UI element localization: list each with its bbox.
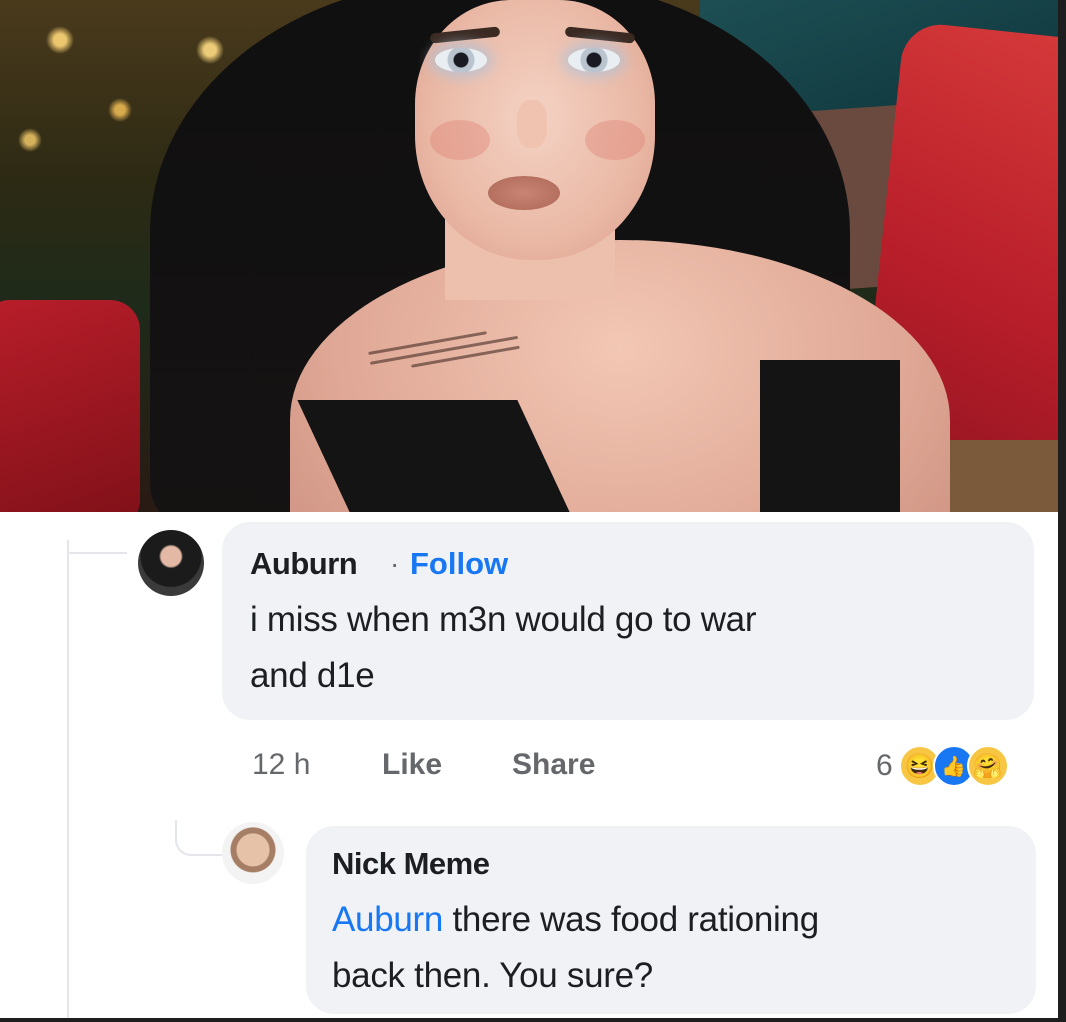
comment-text-line2: and d1e: [250, 656, 375, 695]
post-photo[interactable]: [0, 0, 1058, 512]
comment-timestamp[interactable]: 12 h: [252, 748, 310, 782]
reply-author[interactable]: Nick Meme: [332, 846, 490, 882]
share-button[interactable]: Share: [512, 748, 595, 782]
follow-link[interactable]: Follow: [410, 546, 508, 582]
like-button[interactable]: Like: [382, 748, 442, 782]
avatar-auburn[interactable]: [138, 530, 204, 596]
reaction-summary[interactable]: 6 😆 👍 🤗: [876, 744, 1009, 788]
reply-connector: [175, 820, 223, 856]
comment-bubble: Auburn · Follow i miss when m3n would go…: [222, 522, 1034, 720]
comment-author[interactable]: Auburn: [250, 546, 358, 582]
comment-text-line1: i miss when m3n would go to war: [250, 600, 757, 639]
thread-line: [67, 540, 69, 1018]
care-icon: 🤗: [966, 745, 1009, 787]
post-screenshot: Auburn · Follow i miss when m3n would go…: [0, 0, 1058, 1018]
mention-link[interactable]: Auburn: [332, 900, 443, 939]
separator-dot: ·: [390, 548, 400, 579]
reaction-count: 6: [876, 749, 893, 782]
reply-text-rest: there was food rationing: [443, 900, 819, 939]
reply-text-line2: back then. You sure?: [332, 956, 653, 995]
reply-bubble: Nick Meme Auburn there was food rationin…: [306, 826, 1036, 1014]
reply-text-line1: Auburn there was food rationing: [332, 892, 819, 948]
avatar-nick-meme[interactable]: [222, 822, 284, 884]
